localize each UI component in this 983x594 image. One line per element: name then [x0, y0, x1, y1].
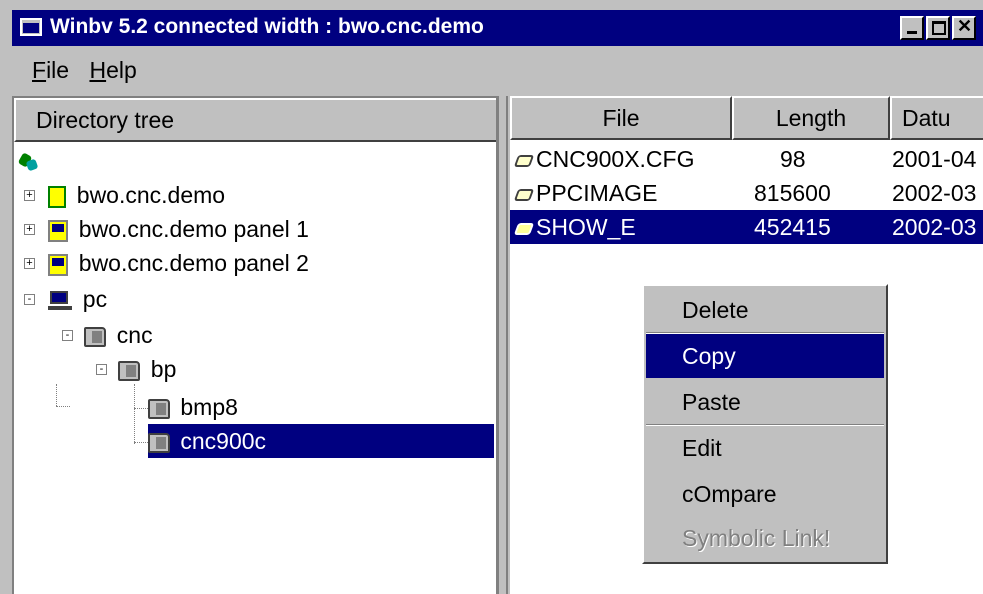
- tree-connector: [56, 384, 57, 406]
- menu-file-accel: F: [32, 57, 47, 83]
- panel-icon: [48, 219, 69, 242]
- tree-node-label: bwo.cnc.demo panel 1: [78, 216, 309, 242]
- pc-icon: [48, 290, 73, 312]
- file-length: 452415: [754, 214, 831, 240]
- panel-icon: [48, 253, 69, 276]
- tree-node-panel-2[interactable]: + bwo.cnc.demo panel 2: [24, 246, 313, 280]
- tree-node-panel-1[interactable]: + bwo.cnc.demo panel 1: [24, 212, 313, 246]
- file-date: 2001-04: [892, 146, 977, 172]
- expand-icon[interactable]: +: [24, 224, 35, 235]
- tree-node-label: bwo.cnc.demo panel 2: [78, 250, 309, 276]
- context-menu: Delete Copy Paste Edit cOmpare Symbolic …: [642, 284, 888, 564]
- menu-bar: File Help: [12, 52, 137, 88]
- title-bar[interactable]: Winbv 5.2 connected width : bwo.cnc.demo: [12, 10, 983, 46]
- tree-node-label: bmp8: [180, 394, 238, 420]
- network-icon: [18, 152, 40, 174]
- collapse-icon[interactable]: -: [24, 294, 35, 305]
- file-length: 98: [780, 146, 806, 172]
- file-length: 815600: [754, 180, 831, 206]
- context-menu-delete[interactable]: Delete: [646, 288, 884, 332]
- file-row[interactable]: CNC900X.CFG 98 2001-04: [510, 142, 983, 176]
- tree-connector: [56, 406, 70, 407]
- tree-node-label: bwo.cnc.demo: [76, 182, 226, 208]
- context-menu-copy[interactable]: Copy: [646, 334, 884, 378]
- column-header-length[interactable]: Length: [732, 96, 890, 140]
- close-button[interactable]: [952, 16, 976, 40]
- maximize-button[interactable]: [926, 16, 950, 40]
- tree-connector: [134, 442, 148, 443]
- tree-node-label: bp: [150, 356, 177, 382]
- window-title: Winbv 5.2 connected width : bwo.cnc.demo: [50, 15, 484, 38]
- file-icon: [514, 186, 536, 204]
- menu-help-label: elp: [106, 57, 137, 83]
- tree-node-cnc900c[interactable]: cnc900c: [148, 424, 494, 458]
- minimize-button[interactable]: [900, 16, 924, 40]
- tree-node-label: cnc: [116, 322, 153, 348]
- tree-node-bp[interactable]: - bp: [96, 352, 180, 386]
- panel-splitter[interactable]: [496, 96, 510, 594]
- column-header-date[interactable]: Datu: [890, 96, 983, 140]
- context-menu-compare[interactable]: cOmpare: [646, 472, 884, 516]
- file-name-cell: CNC900X.CFG: [514, 142, 694, 176]
- tree-connector: [134, 384, 135, 444]
- folder-icon: [118, 360, 141, 381]
- expand-icon[interactable]: +: [24, 258, 35, 269]
- folder-icon: [148, 398, 170, 419]
- file-icon: [514, 152, 536, 170]
- tree-node-cnc[interactable]: - cnc: [62, 318, 157, 352]
- expand-icon[interactable]: +: [24, 190, 35, 201]
- tree-node-bwo-cnc-demo[interactable]: + bwo.cnc.demo: [24, 178, 229, 212]
- file-name-cell: PPCIMAGE: [514, 176, 657, 210]
- column-header-file[interactable]: File: [510, 96, 732, 140]
- file-name: PPCIMAGE: [536, 180, 658, 206]
- directory-tree-panel[interactable]: Directory tree + bwo.cnc.demo + bwo.cnc.…: [12, 96, 496, 594]
- file-name: SHOW_E: [536, 214, 636, 240]
- collapse-icon[interactable]: -: [62, 330, 73, 341]
- folder-icon: [148, 432, 170, 453]
- tree-connector: [134, 408, 148, 409]
- file-row[interactable]: SHOW_E 452415 2002-03: [510, 210, 983, 244]
- context-menu-edit[interactable]: Edit: [646, 426, 884, 470]
- file-row[interactable]: PPCIMAGE 815600 2002-03: [510, 176, 983, 210]
- file-icon: [514, 220, 536, 238]
- menu-file-label: ile: [46, 57, 70, 83]
- context-menu-paste[interactable]: Paste: [646, 380, 884, 424]
- tree-node-pc[interactable]: - pc: [24, 282, 111, 316]
- app-window-icon[interactable]: [20, 18, 42, 36]
- device-icon: [48, 185, 67, 208]
- tree-node-label: pc: [82, 286, 108, 312]
- menu-help[interactable]: Help: [89, 52, 136, 88]
- directory-tree-header[interactable]: Directory tree: [14, 98, 496, 142]
- collapse-icon[interactable]: -: [96, 364, 107, 375]
- file-date: 2002-03: [892, 214, 977, 240]
- menu-file[interactable]: File: [32, 52, 69, 88]
- tree-node-bmp8[interactable]: bmp8: [148, 390, 242, 424]
- file-name: CNC900X.CFG: [536, 146, 695, 172]
- menu-help-accel: H: [89, 57, 107, 83]
- tree-root[interactable]: [18, 144, 40, 178]
- file-name-cell: SHOW_E: [514, 210, 636, 244]
- tree-node-label: cnc900c: [176, 424, 271, 458]
- context-menu-symbolic-link: Symbolic Link!: [682, 525, 831, 551]
- folder-icon: [84, 326, 107, 347]
- file-date: 2002-03: [892, 180, 977, 206]
